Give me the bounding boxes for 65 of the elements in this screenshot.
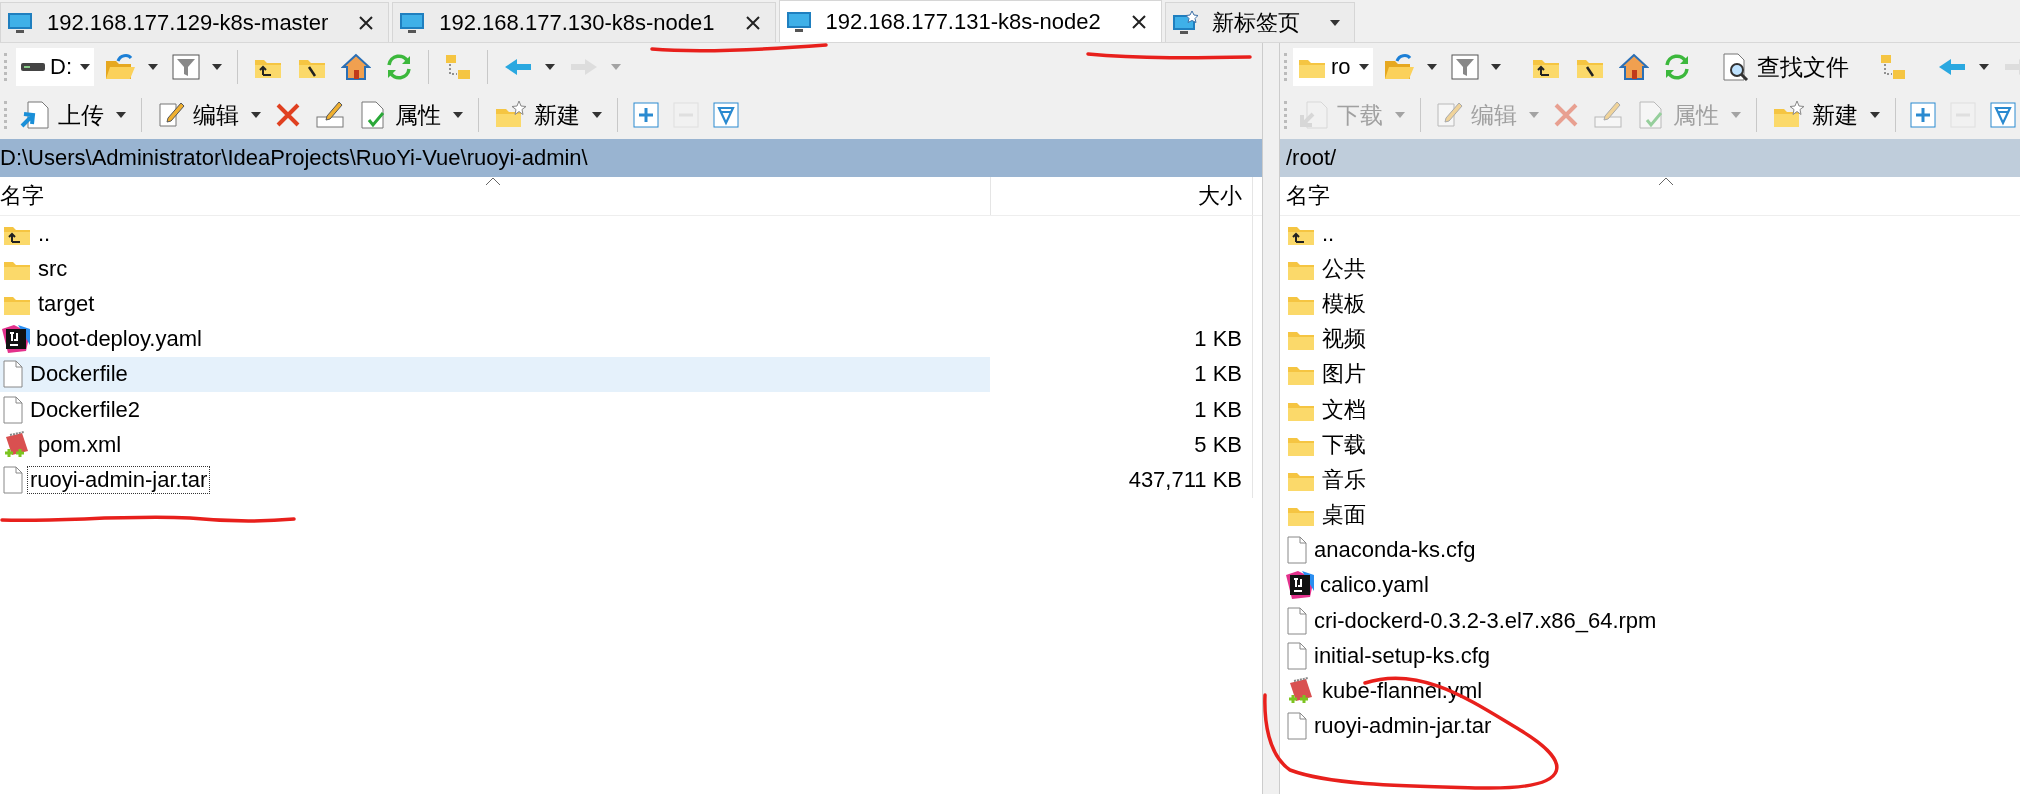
- file-name[interactable]: 图片: [1320, 359, 1368, 390]
- file-name[interactable]: 音乐: [1320, 464, 1368, 495]
- file-row[interactable]: 视频: [1280, 321, 2020, 357]
- location-dropdown[interactable]: ro: [1293, 48, 1373, 86]
- file-row[interactable]: pom.xml 5 KB: [0, 427, 1262, 463]
- file-name[interactable]: pom.xml: [36, 431, 124, 458]
- file-row[interactable]: ruoyi-admin-jar.tar: [1280, 708, 2020, 744]
- file-name[interactable]: 模板: [1320, 288, 1368, 319]
- file-row[interactable]: 模板: [1280, 286, 2020, 322]
- file-row[interactable]: 公共: [1280, 251, 2020, 287]
- tab[interactable]: 新标签页: [1164, 2, 1355, 42]
- file-row[interactable]: 桌面: [1280, 497, 2020, 533]
- tab[interactable]: 192.168.177.131-k8s-node2: [778, 0, 1162, 42]
- file-size: 1 KB: [1194, 361, 1242, 388]
- new-button[interactable]: 新建: [1767, 97, 1884, 133]
- file-name[interactable]: ruoyi-admin-jar.tar: [28, 466, 210, 493]
- file-name[interactable]: Dockerfile2: [28, 396, 143, 423]
- column-header[interactable]: 名字: [1280, 177, 2020, 215]
- file-row[interactable]: boot-deploy.yaml 1 KB: [0, 321, 1262, 357]
- file-row[interactable]: target: [0, 286, 1262, 322]
- file-row[interactable]: 文档: [1280, 391, 2020, 428]
- file-name[interactable]: initial-setup-ks.cfg: [1312, 642, 1493, 669]
- file-row[interactable]: calico.yaml: [1280, 567, 2020, 604]
- file-name[interactable]: target: [36, 290, 97, 317]
- file-name[interactable]: 桌面: [1320, 500, 1368, 531]
- file-row[interactable]: ..: [0, 216, 1262, 252]
- file-size: 437,711 KB: [1128, 466, 1242, 493]
- file-row[interactable]: 下载: [1280, 427, 2020, 463]
- file-size: 5 KB: [1194, 431, 1242, 458]
- file-row[interactable]: 图片: [1280, 356, 2020, 392]
- file-name[interactable]: Dockerfile: [28, 361, 130, 388]
- file-row[interactable]: cri-dockerd-0.3.2-3.el7.x86_64.rpm: [1280, 603, 2020, 639]
- file-name[interactable]: boot-deploy.yaml: [34, 326, 204, 353]
- file-name[interactable]: 文档: [1320, 394, 1368, 425]
- file-name[interactable]: calico.yaml: [1318, 572, 1431, 599]
- find-button[interactable]: 查找文件: [1716, 49, 1853, 85]
- file-name[interactable]: anaconda-ks.cfg: [1312, 537, 1478, 564]
- file-row[interactable]: anaconda-ks.cfg: [1280, 532, 2020, 568]
- file-row[interactable]: ruoyi-admin-jar.tar 437,711 KB: [0, 462, 1262, 498]
- file-name[interactable]: ruoyi-admin-jar.tar: [1312, 713, 1494, 740]
- properties-button[interactable]: 属性: [355, 97, 467, 133]
- location-dropdown[interactable]: D:: [16, 48, 94, 86]
- upload-button[interactable]: 上传: [16, 97, 130, 133]
- file-name[interactable]: ..: [36, 220, 53, 247]
- file-name[interactable]: ..: [1320, 220, 1337, 247]
- tab[interactable]: 192.168.177.130-k8s-node1: [392, 2, 776, 42]
- file-row[interactable]: 音乐: [1280, 462, 2020, 498]
- file-size: 1 KB: [1194, 396, 1242, 423]
- file-name[interactable]: 公共: [1320, 253, 1368, 284]
- file-name[interactable]: cri-dockerd-0.3.2-3.el7.x86_64.rpm: [1312, 607, 1659, 634]
- path-text: D:\Users\Administrator\IdeaProjects\RuoYi-Vue\ruoyi-admin\: [0, 145, 588, 171]
- file-row[interactable]: Dockerfile2 1 KB: [0, 391, 1262, 428]
- file-size: 1 KB: [1194, 326, 1242, 353]
- file-name[interactable]: src: [36, 255, 70, 282]
- new-button[interactable]: 新建: [490, 97, 606, 133]
- file-row[interactable]: src: [0, 251, 1262, 287]
- column-header[interactable]: 名字: [0, 177, 990, 215]
- file-name[interactable]: 视频: [1320, 324, 1368, 355]
- path-text: /root/: [1286, 145, 1337, 171]
- file-row[interactable]: initial-setup-ks.cfg: [1280, 638, 2020, 674]
- file-name[interactable]: 下载: [1320, 429, 1368, 460]
- file-row[interactable]: ..: [1280, 216, 2020, 252]
- edit-button[interactable]: 编辑: [153, 97, 265, 133]
- column-header[interactable]: 大小: [990, 177, 1252, 215]
- tab[interactable]: 192.168.177.129-k8s-master: [0, 2, 390, 42]
